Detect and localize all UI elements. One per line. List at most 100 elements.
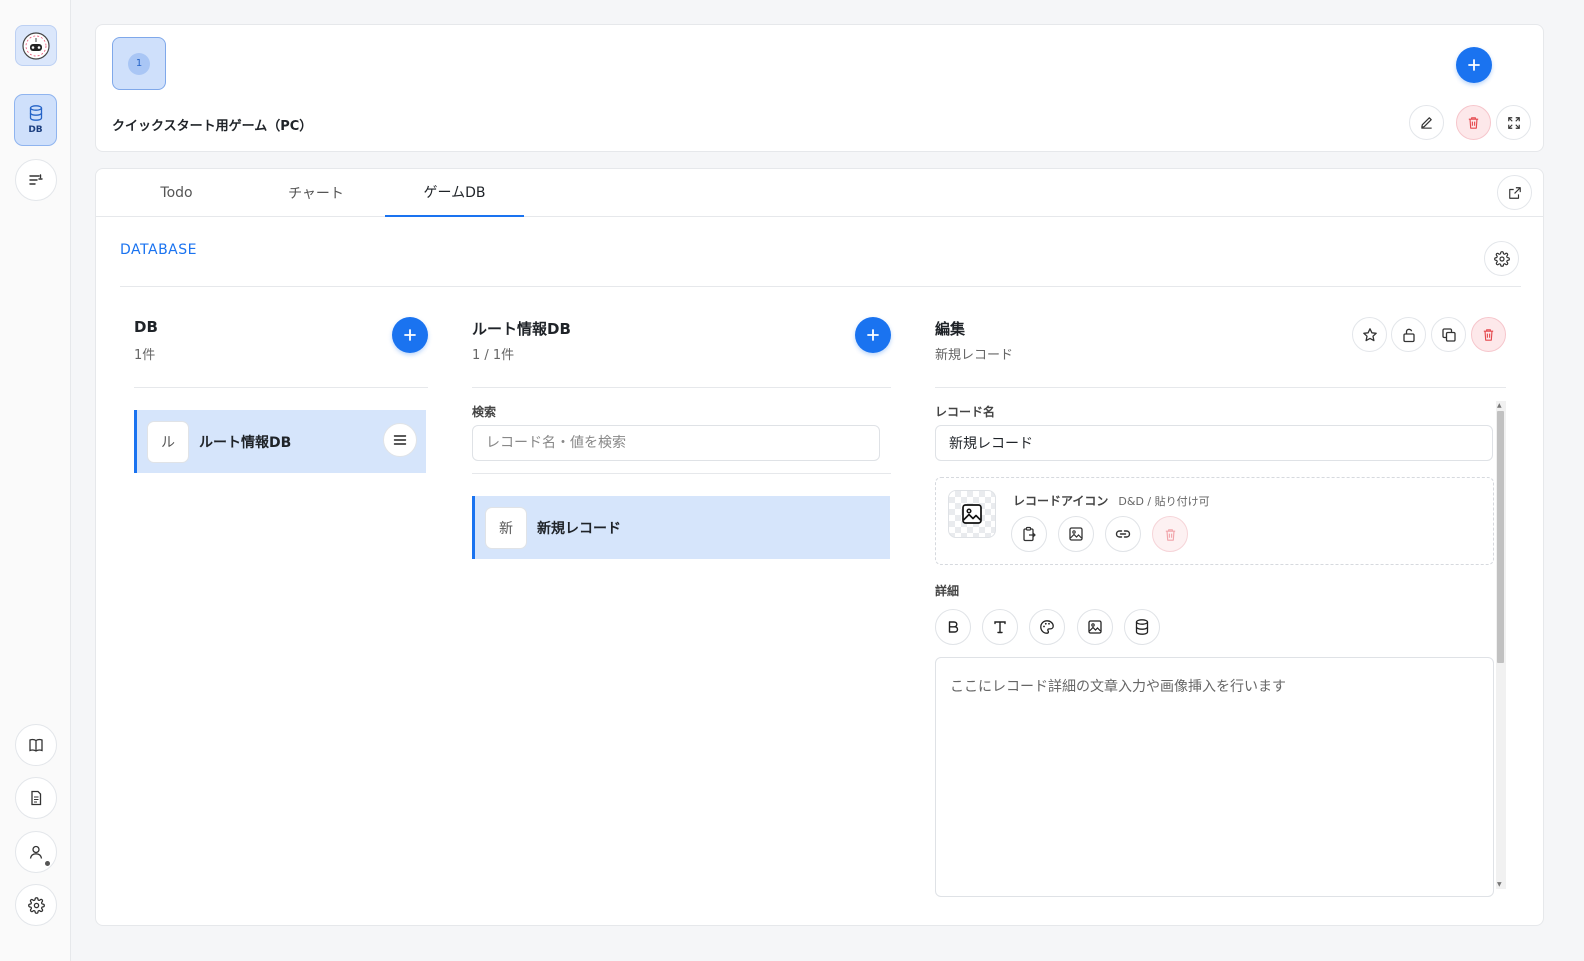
add-record-button[interactable] xyxy=(855,317,891,353)
text-style-button[interactable] xyxy=(982,609,1018,645)
record-column-title: ルート情報DB xyxy=(472,320,571,338)
tab-game-db[interactable]: ゲームDB xyxy=(385,169,524,217)
db-nav-button[interactable]: DB xyxy=(14,94,57,146)
user-icon xyxy=(29,845,43,859)
record-icon-label: レコードアイコン xyxy=(1013,494,1109,508)
db-nav-label: DB xyxy=(28,125,43,135)
image-icon xyxy=(962,504,982,524)
insert-db-reference-button[interactable] xyxy=(1124,609,1160,645)
record-icon-hint: D&D / 貼り付け可 xyxy=(1118,495,1210,508)
image-icon xyxy=(1069,527,1083,541)
db-item-avatar: ル xyxy=(147,420,189,463)
search-divider xyxy=(472,473,891,474)
game-title: クイックスタート用ゲーム（PC） xyxy=(112,119,313,134)
record-icon-header: レコードアイコン D&D / 貼り付け可 xyxy=(1013,492,1210,509)
clipboard-icon xyxy=(1023,526,1036,542)
book-icon xyxy=(29,738,43,752)
detail-label: 詳細 xyxy=(935,584,960,598)
scroll-down-arrow[interactable]: ▼ xyxy=(1497,881,1502,888)
expand-icon xyxy=(1507,116,1520,129)
record-search-input[interactable] xyxy=(472,425,880,461)
add-game-button[interactable] xyxy=(1456,47,1492,83)
record-name-label: レコード名 xyxy=(935,405,996,419)
menu-icon xyxy=(393,435,407,445)
plus-icon xyxy=(404,329,416,341)
record-icon-preview[interactable] xyxy=(948,490,996,538)
edit-panel-scrollbar[interactable]: ▲ ▼ xyxy=(1496,401,1506,889)
status-dot xyxy=(45,861,50,866)
edit-column-title: 編集 xyxy=(935,320,966,338)
edit-game-button[interactable] xyxy=(1409,105,1444,140)
plus-icon xyxy=(867,329,879,341)
section-divider xyxy=(120,286,1521,287)
edit-column-subtitle: 新規レコード xyxy=(935,348,1014,363)
database-icon xyxy=(1135,619,1149,635)
record-item-label: 新規レコード xyxy=(537,520,621,537)
record-name-input[interactable] xyxy=(935,425,1493,461)
left-rail: DB xyxy=(0,0,71,961)
delete-game-button[interactable] xyxy=(1456,105,1491,140)
color-button[interactable] xyxy=(1029,609,1065,645)
game-header-card: 1 クイックスタート用ゲーム（PC） xyxy=(95,24,1544,152)
search-label: 検索 xyxy=(472,405,497,419)
external-link-icon xyxy=(1508,186,1521,199)
paste-icon-button[interactable] xyxy=(1011,516,1047,552)
record-item-avatar: 新 xyxy=(485,506,527,549)
scrollbar-thumb[interactable] xyxy=(1497,411,1504,663)
trash-icon xyxy=(1483,329,1494,341)
logo-icon xyxy=(22,31,50,60)
db-column-count: 1件 xyxy=(134,348,156,363)
record-icon-dropzone[interactable]: レコードアイコン D&D / 貼り付け可 xyxy=(935,477,1494,565)
image-url-button[interactable] xyxy=(1105,516,1141,552)
document-button[interactable] xyxy=(15,777,57,819)
database-icon xyxy=(29,105,42,121)
tab-todo[interactable]: Todo xyxy=(128,169,225,217)
open-external-button[interactable] xyxy=(1497,175,1532,210)
fullscreen-button[interactable] xyxy=(1496,105,1531,140)
bold-icon xyxy=(948,621,959,633)
db-item-menu-button[interactable] xyxy=(383,423,417,457)
db-column-divider xyxy=(134,387,428,388)
account-button[interactable] xyxy=(15,831,57,873)
edit-column-divider xyxy=(935,387,1506,388)
insert-image-button[interactable] xyxy=(1077,609,1113,645)
scroll-up-arrow[interactable]: ▲ xyxy=(1497,402,1502,409)
trash-icon xyxy=(1468,117,1479,129)
section-label: DATABASE xyxy=(120,242,197,258)
tab-chart[interactable]: チャート xyxy=(266,169,366,217)
remove-icon-button[interactable] xyxy=(1152,516,1188,552)
settings-button[interactable] xyxy=(15,884,57,926)
record-detail-editor[interactable] xyxy=(935,657,1494,897)
main-card: Todo チャート ゲームDB DATABASE DB 1件 ル ルート情報DB xyxy=(95,168,1544,926)
palette-icon xyxy=(1040,620,1054,634)
db-list-item[interactable]: ル ルート情報DB xyxy=(134,410,426,473)
db-settings-button[interactable] xyxy=(1484,241,1519,276)
game-thumbnail-number: 1 xyxy=(128,52,150,75)
favorite-button[interactable] xyxy=(1352,317,1387,352)
record-list-item[interactable]: 新 新規レコード xyxy=(472,496,890,559)
db-item-label: ルート情報DB xyxy=(199,434,292,451)
gear-icon xyxy=(27,896,45,914)
add-db-button[interactable] xyxy=(392,317,428,353)
app-logo[interactable] xyxy=(15,25,57,66)
filter-settings-button[interactable] xyxy=(15,159,57,201)
gear-icon xyxy=(1493,250,1510,267)
record-column-count: 1 / 1件 xyxy=(472,348,515,363)
copy-icon xyxy=(1441,327,1456,342)
game-thumbnail[interactable]: 1 xyxy=(112,37,166,90)
delete-record-button[interactable] xyxy=(1471,317,1506,352)
text-icon xyxy=(994,621,1006,634)
star-icon xyxy=(1362,327,1377,341)
document-icon xyxy=(31,790,42,806)
trash-icon xyxy=(1165,528,1175,541)
manual-button[interactable] xyxy=(15,724,57,766)
record-column-divider xyxy=(472,387,891,388)
upload-image-button[interactable] xyxy=(1058,516,1094,552)
plus-icon xyxy=(1468,59,1480,71)
lock-button[interactable] xyxy=(1391,317,1426,352)
db-column-title: DB xyxy=(134,318,158,336)
duplicate-button[interactable] xyxy=(1431,317,1466,352)
tab-bar: Todo チャート ゲームDB xyxy=(96,169,1543,217)
bold-button[interactable] xyxy=(935,609,971,645)
sliders-icon xyxy=(29,174,43,185)
